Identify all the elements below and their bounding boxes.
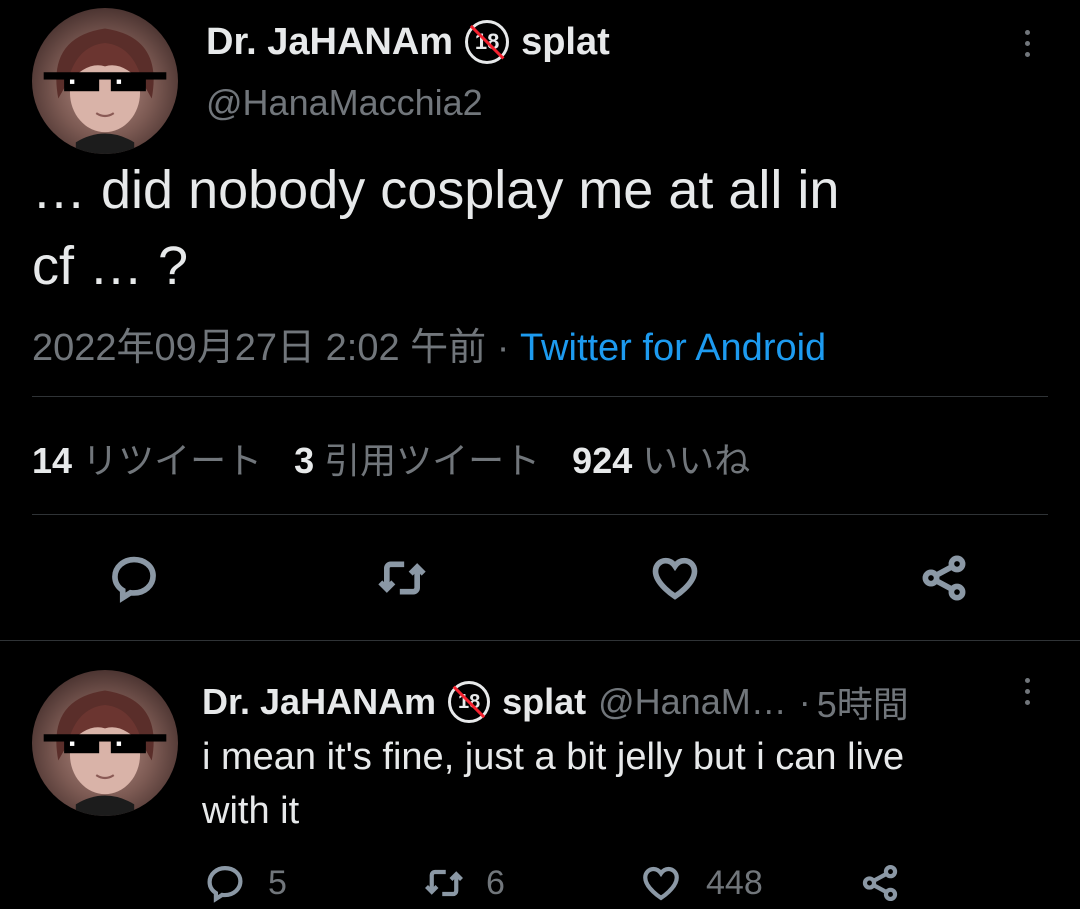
like-button[interactable] [648, 552, 702, 604]
author-name-suffix[interactable]: splat [521, 21, 610, 64]
badge-text: 18 [474, 29, 500, 54]
reply-avatar-image [43, 690, 167, 816]
author-name[interactable]: Dr. JaHANAm [206, 21, 453, 64]
author-avatar[interactable] [32, 8, 178, 154]
more-icon[interactable] [1020, 30, 1034, 57]
likes-stat[interactable]: 924 いいね [572, 440, 750, 481]
reply-like-button[interactable]: 448 [638, 862, 763, 904]
reply-reply-button[interactable]: 5 [204, 862, 287, 904]
author-handle[interactable]: @HanaMacchia2 [206, 82, 483, 124]
reply-badge-text: 18 [457, 691, 481, 713]
reply-author-avatar[interactable] [32, 670, 178, 816]
share-icon [922, 555, 966, 601]
reply-time[interactable]: 5時間 [817, 676, 909, 728]
divider-middle [32, 514, 1048, 515]
retweets-count: 14 [32, 440, 73, 481]
reply-icon [112, 556, 156, 603]
no-18-badge-icon: 18 [465, 20, 510, 64]
likes-label: いいね [642, 440, 751, 481]
share-button[interactable] [918, 552, 970, 604]
reply-retweet-count: 6 [486, 863, 505, 902]
tweet-text: … did nobody cosplay me at all in cf … ? [32, 152, 839, 304]
reply-no-18-badge-icon: 18 [448, 681, 491, 723]
separator-dot: · [496, 327, 510, 369]
reply-author-name-suffix[interactable]: splat [502, 681, 586, 723]
divider-top [32, 396, 1048, 397]
reply-text: i mean it's fine, just a bit jelly but i… [202, 730, 904, 838]
reply-more-icon[interactable] [1020, 678, 1034, 705]
reply-share-button[interactable] [858, 862, 902, 909]
reply-reply-icon [207, 866, 243, 903]
reply-author-name[interactable]: Dr. JaHANAm [202, 681, 436, 723]
retweet-icon [378, 561, 426, 595]
retweets-stat[interactable]: 14 リツイート [32, 440, 272, 481]
reply-button[interactable] [108, 552, 160, 604]
reply-author-handle[interactable]: @HanaM… [598, 681, 787, 723]
reply-share-icon [862, 864, 898, 902]
reply-like-count: 448 [706, 863, 763, 902]
quotes-label: 引用ツイート [324, 440, 541, 481]
quotes-count: 3 [294, 440, 315, 481]
avatar-image [43, 28, 167, 154]
like-icon [652, 557, 698, 600]
tweet-timestamp[interactable]: 2022年09月27日 2:02 午前 [32, 327, 486, 369]
retweets-label: リツイート [82, 440, 263, 481]
tweet-text-line-2: cf … ? [32, 236, 189, 296]
reply-like-icon [643, 866, 679, 901]
quotes-stat[interactable]: 3 引用ツイート [294, 440, 550, 481]
retweet-button[interactable] [374, 552, 430, 604]
reply-separator-dot: · [798, 681, 811, 722]
tweet-source-link[interactable]: Twitter for Android [520, 327, 826, 369]
reply-text-line-1: i mean it's fine, just a bit jelly but i… [202, 736, 905, 778]
likes-count: 924 [572, 440, 633, 481]
tweet-stats: 14 リツイート 3 引用ツイート 924 いいね [32, 432, 750, 484]
reply-reply-count: 5 [268, 863, 287, 902]
reply-retweet-icon [425, 869, 463, 897]
divider-bottom [0, 640, 1080, 641]
reply-text-line-2: with it [202, 790, 300, 832]
reply-retweet-button[interactable]: 6 [420, 862, 505, 904]
tweet-text-line-1: … did nobody cosplay me at all in [32, 160, 840, 220]
